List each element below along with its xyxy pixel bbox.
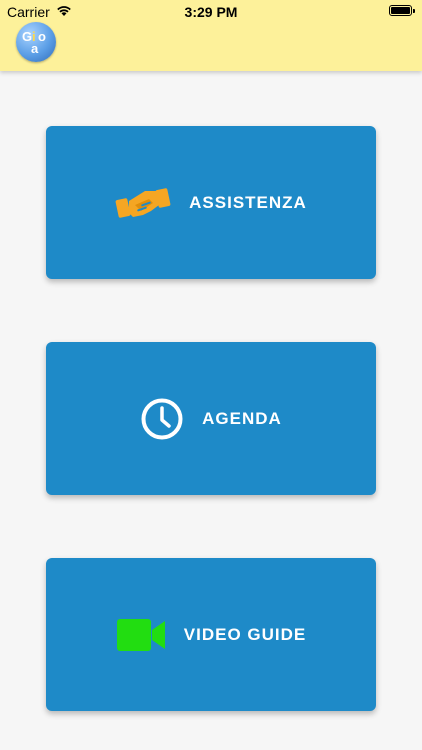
clock-icon: [140, 397, 184, 441]
assistenza-label: ASSISTENZA: [189, 192, 307, 212]
agenda-button[interactable]: AGENDA: [46, 342, 376, 495]
logo-letter: a: [31, 41, 39, 56]
battery-icon: [389, 5, 415, 16]
video-camera-icon: [116, 618, 166, 652]
clock-time: 3:29 PM: [184, 4, 238, 20]
handshake-icon: [115, 181, 171, 225]
status-bar: Carrier 3:29 PM: [0, 0, 422, 24]
assistenza-button[interactable]: ASSISTENZA: [46, 126, 376, 279]
agenda-label: AGENDA: [202, 408, 282, 428]
video-guide-button[interactable]: VIDEO GUIDE: [46, 558, 376, 711]
battery-level: [391, 7, 410, 14]
app-logo[interactable]: G i o a: [16, 22, 56, 62]
video-guide-label: VIDEO GUIDE: [183, 624, 307, 644]
logo-letter: o: [38, 29, 46, 44]
